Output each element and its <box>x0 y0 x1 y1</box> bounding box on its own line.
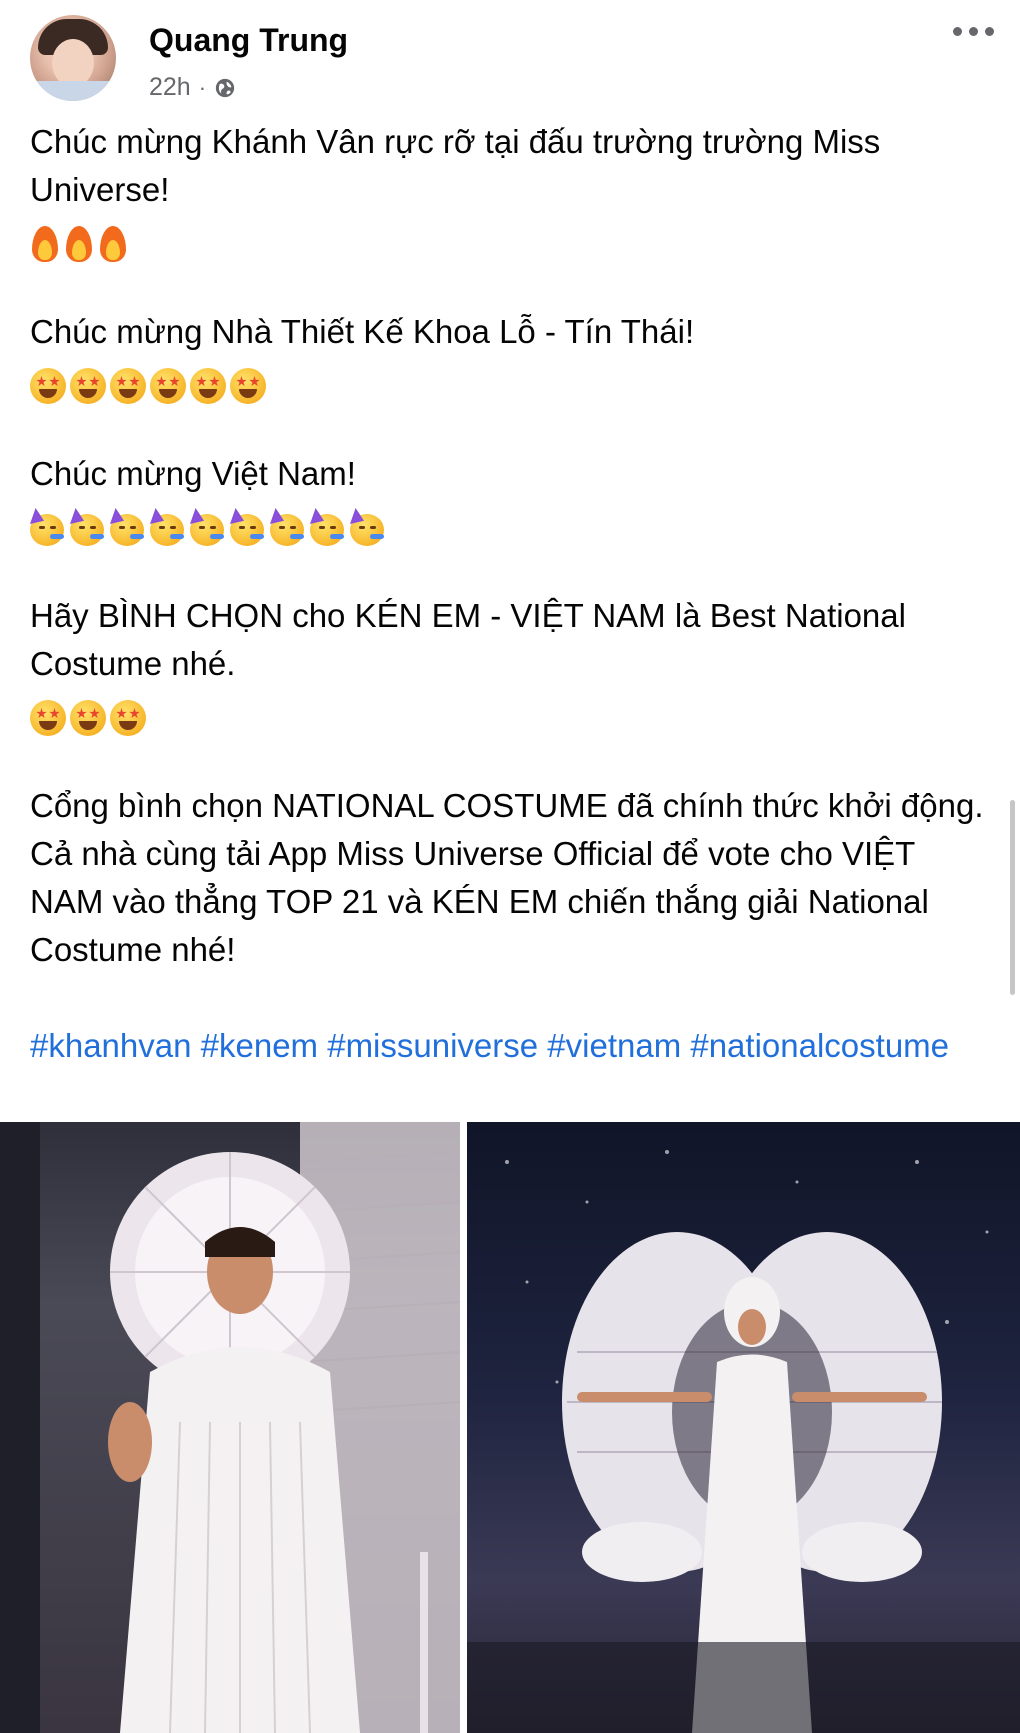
post-header: Quang Trung 22h · <box>0 0 1020 120</box>
post-paragraph: Hãy BÌNH CHỌN cho KÉN EM - VIỆT NAM là B… <box>30 597 906 682</box>
star-struck-icon <box>110 700 146 736</box>
star-struck-icon <box>230 368 266 404</box>
partying-face-icon <box>150 508 186 546</box>
more-options-icon[interactable] <box>942 20 1004 42</box>
post-paragraph: Chúc mừng Nhà Thiết Kế Khoa Lỗ - Tín Thá… <box>30 313 695 350</box>
partying-face-icon <box>310 508 346 546</box>
star-struck-icon <box>70 368 106 404</box>
post-photo-right[interactable] <box>467 1122 1020 1733</box>
partying-face-icon <box>350 508 386 546</box>
partying-face-icon <box>30 508 66 546</box>
star-struck-icon <box>150 368 186 404</box>
photo-right-illustration <box>467 1150 1020 1733</box>
more-dot <box>952 26 962 36</box>
partying-face-icon <box>110 508 146 546</box>
more-dot <box>968 26 978 36</box>
post-meta: 22h · <box>149 73 236 102</box>
star-struck-icon <box>110 368 146 404</box>
fire-icon <box>64 226 94 262</box>
partying-face-icon <box>70 508 106 546</box>
post-photo-left[interactable] <box>0 1122 460 1733</box>
globe-icon[interactable] <box>214 77 236 99</box>
emoji-row-star-struck <box>30 694 990 742</box>
avatar-face <box>52 39 94 87</box>
photo-left-illustration <box>0 1122 460 1733</box>
star-struck-icon <box>70 700 106 736</box>
separator-dot: · <box>198 74 207 100</box>
fire-icon <box>98 226 128 262</box>
star-struck-icon <box>30 368 66 404</box>
post-paragraph: Chúc mừng Khánh Vân rực rỡ tại đấu trườn… <box>30 123 881 208</box>
emoji-row-partying-face <box>30 504 990 552</box>
author-name[interactable]: Quang Trung <box>149 22 348 59</box>
partying-face-icon <box>190 508 226 546</box>
post-paragraph: Cổng bình chọn NATIONAL COSTUME đã chính… <box>30 787 984 968</box>
more-dot <box>984 26 994 36</box>
partying-face-icon <box>230 508 266 546</box>
post-time[interactable]: 22h <box>149 73 191 102</box>
emoji-row-fire <box>30 220 990 268</box>
scrollbar[interactable] <box>1010 800 1015 995</box>
post-body: Chúc mừng Khánh Vân rực rỡ tại đấu trườn… <box>30 118 990 1070</box>
star-struck-icon <box>190 368 226 404</box>
star-struck-icon <box>30 700 66 736</box>
avatar-shirt <box>30 81 116 101</box>
hashtag-links[interactable]: #khanhvan #kenem #missuniverse #vietnam … <box>30 1022 990 1070</box>
partying-face-icon <box>270 508 306 546</box>
post-paragraph: Chúc mừng Việt Nam! <box>30 455 356 492</box>
fire-icon <box>30 226 60 262</box>
emoji-row-star-struck <box>30 362 990 410</box>
avatar[interactable] <box>30 15 116 101</box>
